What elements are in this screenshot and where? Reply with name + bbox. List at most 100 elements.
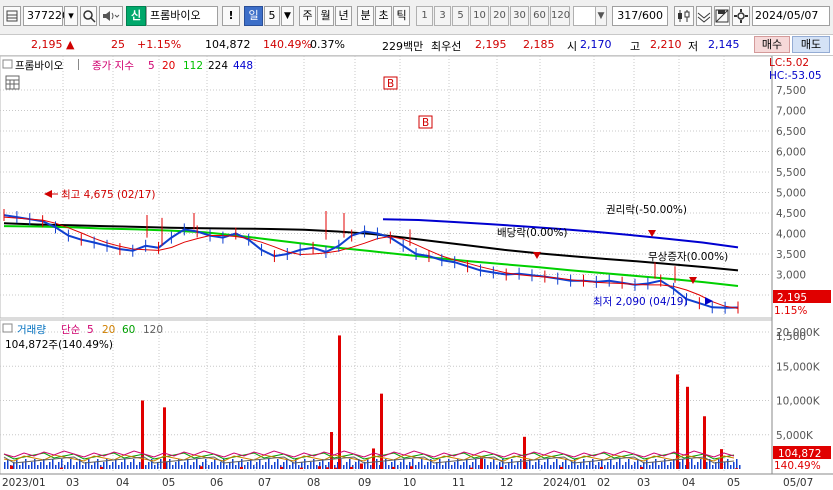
buy-signal-marker[interactable]: B bbox=[383, 76, 398, 90]
volume-bar bbox=[370, 465, 372, 469]
volume-bar bbox=[46, 465, 48, 469]
sell-button[interactable]: 매도 bbox=[792, 36, 830, 53]
volume-bar bbox=[94, 462, 96, 469]
price-tick-label: 5,000 bbox=[776, 188, 806, 200]
volume-bar bbox=[520, 459, 522, 469]
volume-bar bbox=[484, 459, 486, 469]
price-panel[interactable] bbox=[0, 56, 773, 319]
toolbar: 377220 ▾ 신 프롬바이오 ! 일 5 ▼ 주 월 년 분 초 틱 1 3… bbox=[0, 0, 833, 35]
chevron-down-icon[interactable]: ▾ bbox=[64, 6, 78, 26]
tab-monthly[interactable]: 월 bbox=[317, 6, 334, 26]
price-tick-label: 7,000 bbox=[776, 106, 806, 118]
volume-bar bbox=[16, 459, 18, 469]
high-note: 최고 4,675 (02/17) bbox=[61, 189, 156, 201]
price-change-pct: +1.15% bbox=[137, 38, 182, 51]
minute-option-1[interactable]: 1 bbox=[416, 6, 433, 26]
x-tick-label: 04 bbox=[682, 477, 696, 489]
candle-settings-icon[interactable] bbox=[674, 6, 694, 26]
volume-bar bbox=[410, 466, 413, 469]
stock-name-field[interactable]: 프롬바이오 bbox=[146, 6, 218, 26]
volume-bar bbox=[625, 462, 627, 469]
volume-bar bbox=[247, 462, 249, 469]
hc-label: HC:-53.05 bbox=[769, 70, 822, 82]
tab-second[interactable]: 초 bbox=[375, 6, 392, 26]
volume-bar bbox=[343, 465, 345, 469]
stock-list-icon[interactable] bbox=[3, 6, 21, 26]
volume-bar bbox=[226, 465, 228, 469]
x-tick-label: 05 bbox=[727, 477, 740, 489]
volume-bar bbox=[739, 465, 741, 469]
minute-option-5[interactable]: 5 bbox=[452, 6, 469, 26]
warning-button[interactable]: ! bbox=[222, 6, 240, 26]
minute-option-30[interactable]: 30 bbox=[510, 6, 529, 26]
volume-bar bbox=[7, 459, 9, 469]
collapse-icon[interactable] bbox=[2, 323, 13, 333]
minute-option-10[interactable]: 10 bbox=[470, 6, 489, 26]
x-tick-label: 08 bbox=[307, 477, 320, 489]
calculator-icon[interactable] bbox=[5, 75, 20, 90]
zoom-icon[interactable] bbox=[696, 6, 712, 26]
volume-bar bbox=[511, 459, 513, 469]
volume-ratio: 140.49% bbox=[263, 38, 312, 51]
dividend-note: 배당락(0.00%) bbox=[497, 227, 568, 239]
volume-bar bbox=[298, 465, 300, 469]
volume-bar bbox=[286, 459, 288, 469]
volume-bar bbox=[718, 459, 720, 469]
gear-icon[interactable] bbox=[732, 6, 750, 26]
chevron-down-icon[interactable]: ▼ bbox=[595, 6, 607, 26]
search-icon[interactable] bbox=[80, 6, 97, 26]
collapse-icon[interactable] bbox=[2, 59, 13, 69]
legend-ma20: 20 bbox=[162, 60, 175, 72]
volume-bar bbox=[439, 459, 441, 469]
best-quote-label: 최우선 bbox=[431, 40, 462, 53]
tab-daily[interactable]: 일 bbox=[244, 6, 263, 26]
minute-option-120[interactable]: 120 bbox=[550, 6, 570, 26]
buy-button[interactable]: 매수 bbox=[754, 36, 790, 53]
volume-bar bbox=[376, 459, 378, 469]
minute-option-60[interactable]: 60 bbox=[530, 6, 549, 26]
divider bbox=[78, 59, 79, 70]
volume-bar bbox=[694, 465, 696, 469]
volume-bar bbox=[466, 459, 468, 469]
volume-bar bbox=[145, 465, 147, 469]
price-tick-label: 3,500 bbox=[776, 249, 806, 261]
volume-bar bbox=[136, 465, 138, 469]
volume-bar bbox=[571, 462, 573, 469]
volume-panel[interactable] bbox=[0, 319, 773, 475]
current-pct-tag: 1.15% bbox=[774, 305, 807, 317]
volume-bar bbox=[735, 468, 738, 469]
period-value-input[interactable]: 5 bbox=[264, 6, 280, 26]
stock-chart[interactable]: 프롬바이오 종가 지수 5 20 112 224 448 B B 최고 4,67… bbox=[0, 56, 833, 490]
volume-bar bbox=[76, 462, 78, 469]
tab-tick[interactable]: 틱 bbox=[393, 6, 410, 26]
volume-bar bbox=[600, 466, 603, 469]
date-input[interactable]: 2024/05/07 bbox=[752, 6, 830, 26]
volume-bar bbox=[565, 459, 567, 469]
tab-yearly[interactable]: 년 bbox=[335, 6, 352, 26]
volume-bar bbox=[628, 459, 630, 469]
speaker-icon[interactable] bbox=[99, 6, 123, 26]
price-tick-label: 4,000 bbox=[776, 229, 806, 241]
volume-bar bbox=[52, 459, 54, 469]
volume-bar bbox=[289, 465, 291, 469]
tab-weekly[interactable]: 주 bbox=[299, 6, 316, 26]
save-icon[interactable] bbox=[714, 6, 730, 26]
low-price: 2,145 bbox=[708, 38, 740, 51]
volume-bar bbox=[196, 459, 198, 469]
volume-bar bbox=[61, 459, 63, 469]
data-count-field[interactable]: 317/600 bbox=[612, 6, 668, 26]
volume-bar bbox=[560, 466, 563, 469]
volume-current: 104,872주(140.49%) bbox=[5, 339, 113, 351]
minute-option-3[interactable]: 3 bbox=[434, 6, 451, 26]
stock-code-input[interactable]: 377220 bbox=[23, 6, 69, 26]
minute-option-20[interactable]: 20 bbox=[490, 6, 509, 26]
volume-title: 거래량 bbox=[17, 324, 46, 336]
tab-minute[interactable]: 분 bbox=[357, 6, 374, 26]
volume-bar bbox=[326, 467, 329, 469]
volume-bar bbox=[500, 466, 503, 469]
volume-bar bbox=[463, 462, 465, 469]
lc-label: LC:5.02 bbox=[769, 57, 809, 69]
buy-signal-marker[interactable]: B bbox=[418, 115, 433, 129]
chevron-down-icon[interactable]: ▼ bbox=[281, 6, 294, 26]
volume-bar bbox=[240, 466, 243, 469]
